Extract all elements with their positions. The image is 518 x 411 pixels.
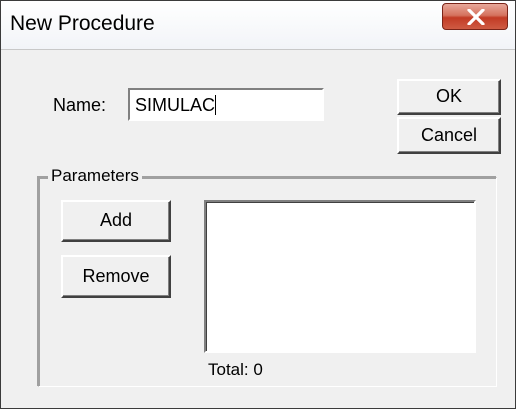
parameters-total: Total: 0 [208, 360, 263, 380]
total-value: 0 [253, 360, 263, 379]
ok-button[interactable]: OK [397, 79, 501, 115]
remove-parameter-button[interactable]: Remove [61, 255, 171, 298]
close-button[interactable] [442, 3, 508, 30]
new-procedure-dialog: New Procedure Name: SIMULAC OK Cancel Pa… [0, 0, 516, 409]
name-input-value: SIMULAC [135, 95, 216, 115]
text-caret [215, 95, 217, 115]
name-input[interactable]: SIMULAC [128, 88, 324, 121]
window-title: New Procedure [10, 12, 155, 35]
parameters-group-label: Parameters [48, 166, 142, 186]
title-bar[interactable]: New Procedure [1, 1, 515, 50]
dialog-body: Name: SIMULAC OK Cancel Parameters Add R… [1, 50, 515, 408]
cancel-button[interactable]: Cancel [397, 117, 501, 154]
name-label: Name: [53, 95, 107, 115]
total-label: Total: [208, 360, 249, 379]
parameters-list[interactable] [204, 200, 476, 353]
add-parameter-button[interactable]: Add [61, 200, 171, 242]
close-x-icon [467, 9, 485, 25]
